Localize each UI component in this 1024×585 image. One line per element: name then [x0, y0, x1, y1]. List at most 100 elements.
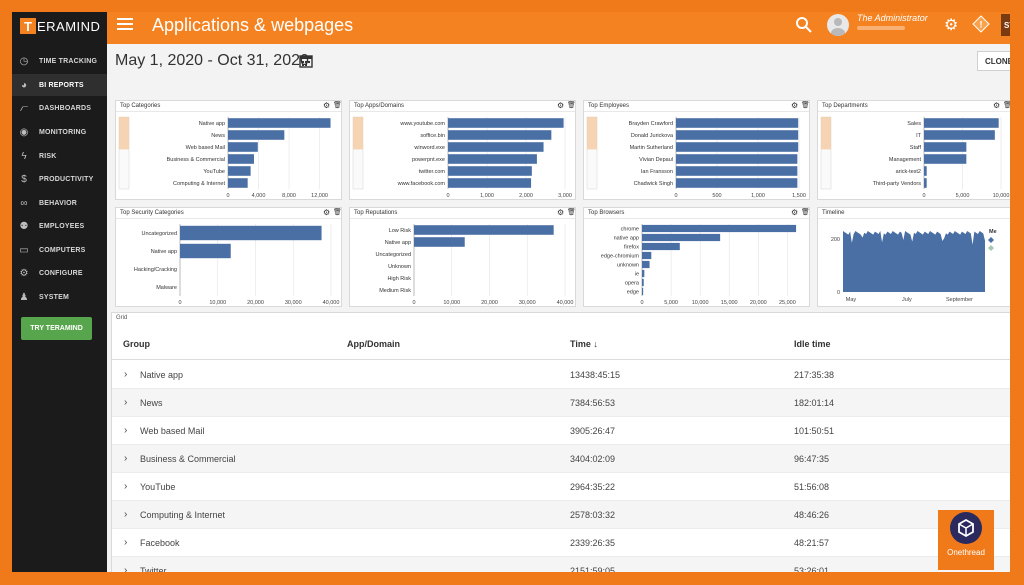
card-delete-trash-icon[interactable]: 🗑: [567, 101, 575, 109]
bar[interactable]: [228, 154, 254, 164]
table-row[interactable]: › YouTube 2964:35:22 51:56:08: [112, 473, 1010, 501]
sidebar-item-time-tracking[interactable]: ◷ TIME TRACKING: [12, 50, 107, 72]
sidebar-item-dashboards[interactable]: ⦧ DASHBOARDS: [12, 97, 107, 119]
card-delete-trash-icon[interactable]: 🗑: [567, 208, 575, 216]
sidebar-item-system[interactable]: ♟ SYSTEM: [12, 286, 107, 308]
bar[interactable]: [924, 166, 927, 176]
avatar[interactable]: [827, 14, 849, 36]
mini-scrollbar-thumb[interactable]: [587, 117, 597, 150]
sidebar-item-bi-reports[interactable]: ◕ BI REPORTS: [12, 74, 107, 96]
try-teramind-button[interactable]: TRY TERAMIND: [21, 317, 92, 340]
table-row[interactable]: › Native app 13438:45:15 217:35:38: [112, 361, 1010, 389]
card-delete-trash-icon[interactable]: 🗑: [1003, 101, 1010, 109]
card-delete-trash-icon[interactable]: 🗑: [801, 208, 809, 216]
table-row[interactable]: › Business & Commercial 3404:02:09 96:47:35: [112, 445, 1010, 473]
expand-chevron-icon[interactable]: ›: [124, 453, 127, 464]
bar[interactable]: [642, 269, 645, 278]
expand-chevron-icon[interactable]: ›: [124, 537, 127, 548]
expand-chevron-icon[interactable]: ›: [124, 565, 127, 572]
bar[interactable]: [924, 154, 967, 164]
bar[interactable]: [924, 142, 967, 152]
bar[interactable]: [676, 178, 798, 188]
mini-scrollbar-thumb[interactable]: [119, 117, 129, 150]
table-row[interactable]: › News 7384:56:53 182:01:14: [112, 389, 1010, 417]
card-settings-gear-icon[interactable]: ⚙: [791, 101, 798, 110]
bar[interactable]: [676, 154, 798, 164]
bar[interactable]: [676, 166, 798, 176]
column-header-app-domain[interactable]: App/Domain: [347, 339, 400, 349]
start-button[interactable]: STA: [1001, 14, 1010, 36]
card-settings-gear-icon[interactable]: ⚙: [323, 208, 330, 217]
card-settings-gear-icon[interactable]: ⚙: [791, 208, 798, 217]
sidebar-item-employees[interactable]: ⚉ EMPLOYEES: [12, 215, 107, 237]
bar[interactable]: [448, 118, 564, 128]
bar[interactable]: [448, 130, 552, 140]
expand-chevron-icon[interactable]: ›: [124, 509, 127, 520]
sidebar-item-behavior[interactable]: ∞ BEHAVIOR: [12, 192, 107, 214]
column-header-time[interactable]: Time ↓: [570, 339, 598, 349]
bar[interactable]: [228, 166, 251, 176]
card-delete-trash-icon[interactable]: 🗑: [333, 101, 341, 109]
card-settings-gear-icon[interactable]: ⚙: [323, 101, 330, 110]
table-row[interactable]: › Twitter 2151:59:05 53:26:01: [112, 557, 1010, 572]
table-row[interactable]: › Computing & Internet 2578:03:32 48:46:26: [112, 501, 1010, 529]
bar[interactable]: [448, 142, 544, 152]
bar[interactable]: [642, 224, 797, 233]
table-row[interactable]: › Facebook 2339:26:35 48:21:57: [112, 529, 1010, 557]
bar[interactable]: [924, 118, 999, 128]
date-range[interactable]: May 1, 2020 - Oct 31, 2020: [115, 52, 309, 70]
mini-scrollbar-thumb[interactable]: [821, 117, 831, 150]
bar[interactable]: [414, 237, 465, 247]
user-name[interactable]: The Administrator: [857, 13, 928, 23]
bar[interactable]: [642, 251, 652, 260]
bar[interactable]: [448, 154, 537, 164]
expand-chevron-icon[interactable]: ›: [124, 481, 127, 492]
search-icon[interactable]: [795, 16, 813, 34]
column-header-group[interactable]: Group: [123, 339, 150, 349]
card-settings-gear-icon[interactable]: ⚙: [557, 208, 564, 217]
bar[interactable]: [228, 142, 258, 152]
table-row[interactable]: › Web based Mail 3905:26:47 101:50:51: [112, 417, 1010, 445]
bar[interactable]: [414, 225, 554, 235]
bar[interactable]: [228, 118, 331, 128]
card-delete-trash-icon[interactable]: 🗑: [333, 208, 341, 216]
sidebar-item-productivity[interactable]: $ PRODUCTIVITY: [12, 168, 107, 190]
mini-scrollbar-thumb[interactable]: [353, 117, 363, 150]
legend-marker[interactable]: [988, 245, 994, 251]
teramind-logo[interactable]: T ERAMIND: [20, 16, 100, 36]
bar[interactable]: [642, 287, 644, 296]
bar[interactable]: [228, 178, 248, 188]
sidebar-item-risk[interactable]: ϟ RISK: [12, 145, 107, 167]
bar[interactable]: [642, 233, 721, 242]
expand-chevron-icon[interactable]: ›: [124, 425, 127, 436]
bar[interactable]: [642, 260, 650, 269]
sidebar-item-configure[interactable]: ⚙ CONFIGURE: [12, 262, 107, 284]
bar[interactable]: [180, 225, 322, 241]
bar[interactable]: [924, 130, 995, 140]
bar[interactable]: [642, 278, 644, 287]
calendar-icon[interactable]: [299, 54, 313, 68]
bar[interactable]: [448, 178, 532, 188]
bar[interactable]: [676, 130, 799, 140]
expand-chevron-icon[interactable]: ›: [124, 369, 127, 380]
hamburger-menu-icon[interactable]: [117, 18, 133, 32]
legend-marker[interactable]: [988, 237, 994, 243]
card-settings-gear-icon[interactable]: ⚙: [993, 101, 1000, 110]
bar[interactable]: [676, 118, 799, 128]
column-header-idle-time[interactable]: Idle time: [794, 339, 831, 349]
alert-icon[interactable]: !: [972, 15, 990, 33]
expand-chevron-icon[interactable]: ›: [124, 397, 127, 408]
bar[interactable]: [642, 242, 680, 251]
card-settings-gear-icon[interactable]: ⚙: [557, 101, 564, 110]
card-delete-trash-icon[interactable]: 🗑: [801, 101, 809, 109]
clone-button[interactable]: CLONE: [977, 51, 1010, 71]
bar[interactable]: [448, 166, 532, 176]
settings-gear-icon[interactable]: ⚙: [944, 15, 958, 35]
bar[interactable]: [924, 178, 927, 188]
sidebar-item-monitoring[interactable]: ◉ MONITORING: [12, 121, 107, 143]
sidebar-item-computers[interactable]: ▭ COMPUTERS: [12, 239, 107, 261]
bar[interactable]: [180, 243, 231, 259]
bar[interactable]: [228, 130, 285, 140]
bar[interactable]: [676, 142, 799, 152]
timeline-area[interactable]: [843, 231, 985, 292]
